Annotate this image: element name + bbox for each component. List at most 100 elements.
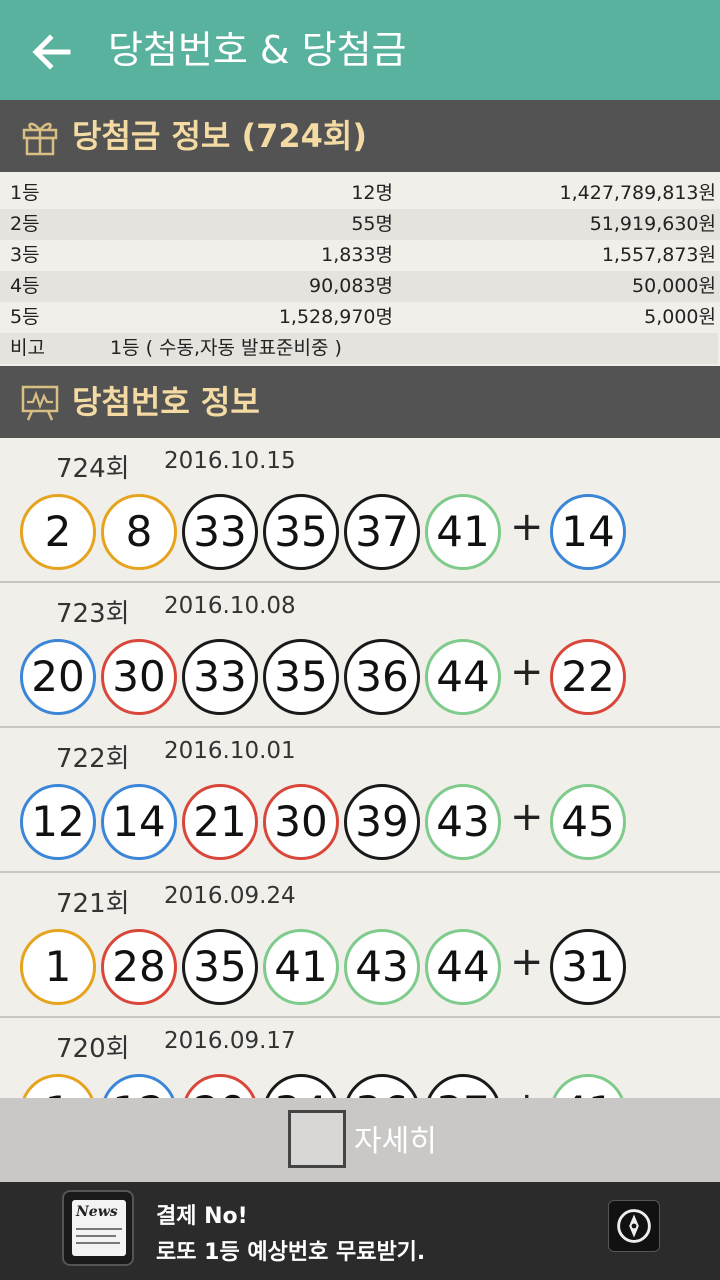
- draw-item[interactable]: 721회 2016.09.24 1 28 35 41 43 44 + 31: [0, 873, 720, 1018]
- ad-banner[interactable]: News 결제 No! 로또 1등 예상번호 무료받기.: [0, 1182, 720, 1280]
- lotto-ball: 44: [425, 639, 501, 715]
- news-icon-label: News: [76, 1204, 118, 1220]
- news-icon-paper: News: [72, 1200, 126, 1256]
- detail-bar: 자세히: [0, 1098, 720, 1182]
- prize-row: 5등 1,528,970명 5,000원: [0, 302, 720, 333]
- prize-row: 4등 90,083명 50,000원: [0, 271, 720, 302]
- draw-item[interactable]: 720회 2016.09.17 1 12 29 34 36 37 + 41: [0, 1018, 720, 1098]
- winner-count: 1,833명: [321, 244, 393, 266]
- prize-section-title: 당첨금 정보 (724회): [72, 117, 367, 155]
- winner-count: 12명: [351, 182, 393, 204]
- winner-count: 55명: [351, 213, 393, 235]
- plus-sign: +: [510, 649, 544, 695]
- lotto-ball: 37: [425, 1074, 501, 1098]
- lotto-ball: 20: [20, 639, 96, 715]
- compass-icon[interactable]: [608, 1200, 660, 1252]
- lotto-ball: 12: [20, 784, 96, 860]
- bonus-ball: 45: [550, 784, 626, 860]
- prize-section-header: 당첨금 정보 (724회): [0, 100, 720, 172]
- lotto-ball: 36: [344, 1074, 420, 1098]
- draw-date: 2016.10.08: [164, 593, 296, 619]
- plus-sign: +: [510, 1084, 544, 1098]
- lotto-ball: 34: [263, 1074, 339, 1098]
- lotto-ball: 12: [101, 1074, 177, 1098]
- lotto-ball: 39: [344, 784, 420, 860]
- lotto-ball: 28: [101, 929, 177, 1005]
- ad-subline: 로또 1등 예상번호 무료받기.: [156, 1240, 426, 1265]
- draw-item[interactable]: 723회 2016.10.08 20 30 33 35 36 44 + 22: [0, 583, 720, 728]
- chart-board-icon: [21, 385, 59, 421]
- lotto-ball: 35: [263, 494, 339, 570]
- bonus-ball: 22: [550, 639, 626, 715]
- lotto-ball: 37: [344, 494, 420, 570]
- lotto-ball: 43: [425, 784, 501, 860]
- lotto-ball: 41: [425, 494, 501, 570]
- lotto-ball: 33: [182, 494, 258, 570]
- lotto-ball: 30: [263, 784, 339, 860]
- draw-round: 722회: [56, 744, 130, 774]
- lotto-ball: 35: [182, 929, 258, 1005]
- news-lines-icon: [76, 1228, 122, 1244]
- lotto-ball: 33: [182, 639, 258, 715]
- lotto-ball: 1: [20, 1074, 96, 1098]
- prize-rank: 1등: [10, 182, 40, 204]
- prize-amount: 50,000원: [632, 275, 716, 297]
- bonus-ball: 14: [550, 494, 626, 570]
- app-bar: 당첨번호 & 당첨금: [0, 0, 720, 100]
- draw-date: 2016.09.17: [164, 1028, 296, 1054]
- lotto-ball: 21: [182, 784, 258, 860]
- prize-amount: 5,000원: [644, 306, 716, 328]
- back-arrow-icon[interactable]: [30, 30, 74, 74]
- lotto-ball: 29: [182, 1074, 258, 1098]
- lotto-ball: 43: [344, 929, 420, 1005]
- page-title: 당첨번호 & 당첨금: [108, 28, 407, 72]
- prize-amount: 51,919,630원: [589, 213, 716, 235]
- plus-sign: +: [510, 939, 544, 985]
- ad-headline: 결제 No!: [156, 1204, 248, 1229]
- prize-amount: 1,427,789,813원: [559, 182, 716, 204]
- winner-count: 1,528,970명: [278, 306, 393, 328]
- numbers-section-title: 당첨번호 정보: [72, 383, 260, 421]
- draw-round: 724회: [56, 454, 130, 484]
- draw-round: 723회: [56, 599, 130, 629]
- prize-rank: 2등: [10, 213, 40, 235]
- draw-item[interactable]: 722회 2016.10.01 12 14 21 30 39 43 + 45: [0, 728, 720, 873]
- lotto-ball: 2: [20, 494, 96, 570]
- lotto-ball: 1: [20, 929, 96, 1005]
- prize-row: 2등 55명 51,919,630원: [0, 209, 720, 240]
- numbers-section-header: 당첨번호 정보: [0, 366, 720, 438]
- lotto-ball: 44: [425, 929, 501, 1005]
- draw-item[interactable]: 724회 2016.10.15 2 8 33 35 37 41 + 14: [0, 438, 720, 583]
- note-row: 비고 1등 ( 수동,자동 발표준비중 ): [0, 333, 718, 364]
- bonus-ball: 31: [550, 929, 626, 1005]
- lotto-ball: 36: [344, 639, 420, 715]
- note-text: 1등 ( 수동,자동 발표준비중 ): [110, 337, 342, 359]
- lotto-ball: 30: [101, 639, 177, 715]
- prize-rank: 3등: [10, 244, 40, 266]
- prize-rank: 4등: [10, 275, 40, 297]
- plus-sign: +: [510, 794, 544, 840]
- prize-row: 1등 12명 1,427,789,813원: [0, 178, 720, 209]
- gift-icon: [22, 122, 58, 156]
- note-label: 비고: [10, 337, 45, 359]
- lotto-ball: 14: [101, 784, 177, 860]
- winner-count: 90,083명: [309, 275, 393, 297]
- plus-sign: +: [510, 504, 544, 550]
- bonus-ball: 41: [550, 1074, 626, 1098]
- draw-round: 721회: [56, 889, 130, 919]
- prize-table: 1등 12명 1,427,789,813원 2등 55명 51,919,630원…: [0, 172, 720, 366]
- prize-amount: 1,557,873원: [601, 244, 716, 266]
- draw-round: 720회: [56, 1034, 130, 1064]
- prize-rank: 5등: [10, 306, 40, 328]
- lotto-ball: 35: [263, 639, 339, 715]
- detail-checkbox[interactable]: [288, 1110, 346, 1168]
- draw-date: 2016.10.01: [164, 738, 296, 764]
- lotto-ball: 41: [263, 929, 339, 1005]
- draw-list[interactable]: 724회 2016.10.15 2 8 33 35 37 41 + 14 723…: [0, 438, 720, 1098]
- detail-label[interactable]: 자세히: [354, 1116, 437, 1160]
- prize-row: 3등 1,833명 1,557,873원: [0, 240, 720, 271]
- draw-date: 2016.09.24: [164, 883, 296, 909]
- draw-date: 2016.10.15: [164, 448, 296, 474]
- news-app-icon[interactable]: News: [62, 1190, 134, 1266]
- lotto-ball: 8: [101, 494, 177, 570]
